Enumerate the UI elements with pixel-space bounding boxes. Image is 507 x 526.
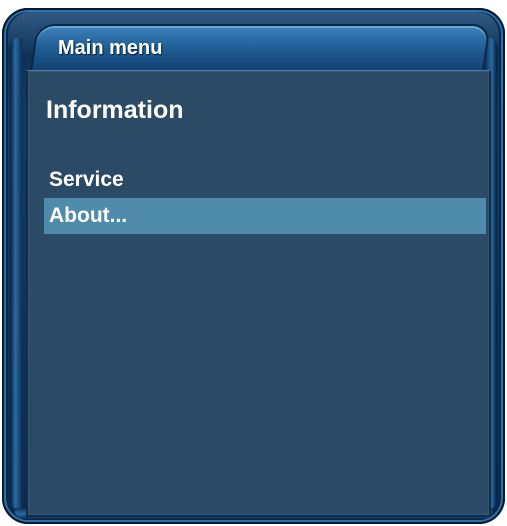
menu-item-service[interactable]: Service [44,162,486,198]
page-heading: Information [46,96,184,124]
window-title: Main menu [58,37,163,59]
content-panel [26,70,491,517]
menu-item-about[interactable]: About... [44,198,486,234]
menu-list: Service About... [44,162,486,234]
menu-screen: Main menu Information Service About... [0,0,507,526]
frame-left-bevel [10,38,22,510]
